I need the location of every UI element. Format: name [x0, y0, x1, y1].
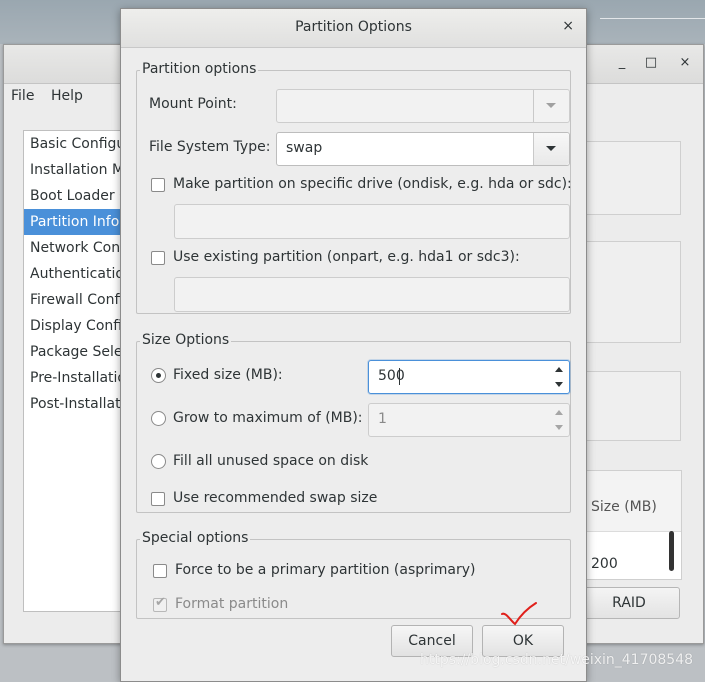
recommended-swap-label: Use recommended swap size: [173, 490, 378, 506]
chevron-down-icon: [546, 103, 556, 108]
nav-item[interactable]: Post-Installation: [24, 391, 134, 417]
onpart-label: Use existing partition (onpart, e.g. hda…: [173, 249, 520, 265]
fs-type-combo[interactable]: swap: [276, 132, 570, 166]
primary-partition-checkbox[interactable]: [153, 564, 167, 578]
mount-point-dropdown-button[interactable]: [533, 90, 569, 122]
grow-max-label: Grow to maximum of (MB):: [173, 410, 363, 426]
format-partition-checkbox[interactable]: ✔: [153, 595, 167, 612]
mount-point-combo[interactable]: [276, 89, 570, 123]
size-options-heading: Size Options: [140, 332, 232, 348]
decrement-icon[interactable]: [555, 382, 563, 387]
config-nav-list: Basic Configur Installation Me Boot Loader…: [23, 130, 135, 612]
nav-item[interactable]: Basic Configur: [24, 131, 134, 157]
dialog-title: Partition Options: [295, 19, 412, 35]
grow-max-spinbox[interactable]: 1: [368, 403, 570, 437]
primary-partition-label: Force to be a primary partition (asprima…: [175, 562, 476, 578]
partition-options-dialog: Partition Options × Partition options Mo…: [120, 8, 587, 682]
fill-space-radio[interactable]: [151, 454, 166, 469]
text-caret: [399, 368, 400, 385]
radio-selected-dot: [156, 373, 161, 378]
fs-type-value: swap: [286, 140, 323, 156]
background-panel: [581, 141, 681, 215]
table-header: Size (MB): [581, 471, 681, 532]
grow-max-stepper[interactable]: [551, 404, 569, 436]
fixed-size-label: Fixed size (MB):: [173, 367, 283, 383]
special-options-heading: Special options: [140, 530, 251, 546]
mount-point-label: Mount Point:: [149, 96, 237, 112]
partition-table[interactable]: Size (MB) 200: [580, 470, 682, 580]
partition-options-frame: Partition options Mount Point: File Syst…: [136, 61, 572, 314]
fill-space-label: Fill all unused space on disk: [173, 453, 369, 469]
close-icon[interactable]: ×: [562, 18, 574, 34]
red-checkmark-annotation: [501, 602, 537, 626]
ondisk-checkbox[interactable]: [151, 178, 165, 192]
nav-item[interactable]: Package Selec: [24, 339, 134, 365]
ondisk-label: Make partition on specific drive (ondisk…: [173, 176, 572, 192]
grow-max-value: 1: [378, 411, 387, 427]
fixed-size-spinbox[interactable]: 500: [368, 360, 570, 394]
partition-options-heading: Partition options: [140, 61, 259, 77]
nav-item[interactable]: Installation Me: [24, 157, 134, 183]
increment-icon[interactable]: [555, 410, 563, 415]
table-cell-size: 200: [591, 556, 618, 572]
background-panel: [581, 371, 681, 441]
recommended-swap-checkbox[interactable]: [151, 492, 165, 506]
column-size[interactable]: Size (MB): [591, 499, 657, 515]
minimize-icon[interactable]: _: [614, 55, 630, 71]
onpart-checkbox[interactable]: [151, 251, 165, 265]
size-options-frame: Size Options Fixed size (MB): 500 Grow t…: [136, 332, 571, 513]
nav-item[interactable]: Boot Loader O: [24, 183, 134, 209]
dialog-titlebar: Partition Options ×: [121, 9, 586, 48]
maximize-icon[interactable]: □: [643, 55, 659, 71]
background-panel: [581, 241, 681, 343]
close-icon[interactable]: ×: [677, 55, 693, 71]
format-partition-label: Format partition: [175, 596, 289, 612]
chevron-down-icon: [546, 146, 556, 151]
decrement-icon[interactable]: [555, 425, 563, 430]
ondisk-input[interactable]: [174, 204, 570, 239]
checkmark-icon: ✔: [155, 595, 166, 610]
increment-icon[interactable]: [555, 367, 563, 372]
nav-item[interactable]: Network Confi: [24, 235, 134, 261]
menu-file[interactable]: File: [11, 88, 34, 104]
nav-item[interactable]: Firewall Config: [24, 287, 134, 313]
fs-type-dropdown-button[interactable]: [533, 133, 569, 165]
nav-item[interactable]: Display Config: [24, 313, 134, 339]
grow-max-radio[interactable]: [151, 411, 166, 426]
fixed-size-radio[interactable]: [151, 368, 166, 383]
watermark: https://blog.csdn.net/weixin_41708548: [420, 652, 694, 668]
nav-item[interactable]: Partition Inform: [24, 209, 134, 235]
fixed-size-stepper[interactable]: [551, 361, 569, 393]
table-scrollbar[interactable]: [669, 531, 674, 571]
menu-help[interactable]: Help: [51, 88, 83, 104]
fixed-size-value: 500: [378, 368, 405, 384]
nav-item[interactable]: Pre-Installation: [24, 365, 134, 391]
onpart-input[interactable]: [174, 277, 570, 312]
nav-item[interactable]: Authentication: [24, 261, 134, 287]
raid-button[interactable]: RAID: [578, 587, 680, 619]
fs-type-label: File System Type:: [149, 139, 271, 155]
